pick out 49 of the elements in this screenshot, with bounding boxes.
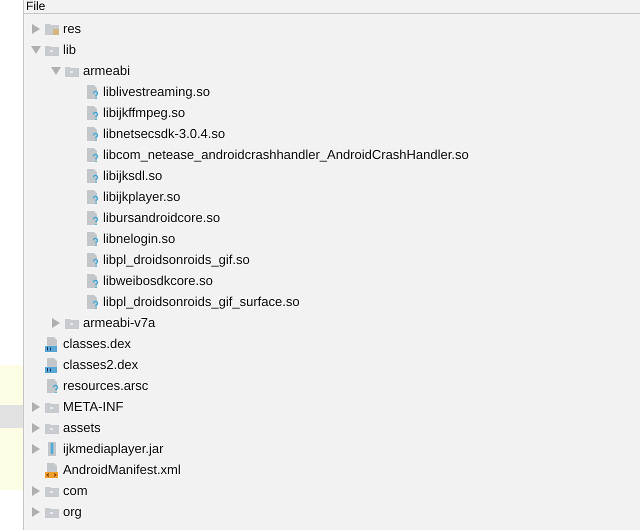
expand-arrow-icon[interactable]	[31, 402, 41, 412]
panel-title: File	[26, 0, 46, 13]
expand-arrow-icon[interactable]	[51, 318, 61, 328]
file-icon	[44, 462, 60, 478]
file-icon	[84, 230, 100, 246]
expand-arrow-icon[interactable]	[31, 486, 41, 496]
tree-item[interactable]: AndroidManifest.xml	[63, 460, 181, 480]
file-icon	[84, 272, 100, 288]
file-icon	[84, 188, 100, 204]
file-icon	[84, 252, 100, 268]
tree-item[interactable]: libijksdl.so	[103, 166, 162, 186]
tree-item[interactable]: libpl_droidsonroids_gif_surface.so	[103, 292, 300, 312]
tree-item[interactable]: org	[63, 502, 82, 522]
tree-item[interactable]: ijkmediaplayer.jar	[63, 438, 164, 458]
file-icon	[84, 294, 100, 310]
tree-item[interactable]: classes2.dex	[63, 354, 138, 374]
tree-item[interactable]: libijkplayer.so	[103, 186, 180, 206]
tree-item[interactable]: libweibosdkcore.so	[103, 270, 213, 290]
tree-item[interactable]: libcom_netease_androidcrashhandler_AndroidCrashHandler.so	[103, 144, 469, 164]
collapse-arrow-icon[interactable]	[31, 44, 41, 54]
tree-item[interactable]: assets	[63, 418, 101, 438]
tree-item[interactable]: com	[63, 480, 88, 500]
file-icon	[44, 336, 60, 352]
tree-item[interactable]: resources.arsc	[63, 376, 148, 396]
tree-item[interactable]: armeabi-v7a	[83, 312, 156, 332]
tree-item[interactable]: libursandroidcore.so	[103, 208, 220, 228]
file-icon	[84, 104, 100, 120]
tree-item[interactable]: libpl_droidsonroids_gif.so	[103, 250, 250, 270]
file-icon	[44, 378, 60, 394]
tree-item[interactable]: libnelogin.so	[103, 228, 176, 248]
file-icon	[84, 168, 100, 184]
expand-arrow-icon[interactable]	[31, 422, 41, 432]
expand-arrow-icon[interactable]	[31, 506, 41, 516]
tree-item[interactable]: libijkffmpeg.so	[103, 102, 186, 122]
collapse-arrow-icon[interactable]	[51, 66, 61, 76]
tree-item[interactable]: armeabi	[83, 60, 130, 80]
file-icon	[84, 146, 100, 162]
tree-item[interactable]: classes.dex	[63, 334, 131, 354]
expand-arrow-icon[interactable]	[31, 24, 41, 34]
tree-item[interactable]: res	[63, 18, 82, 38]
file-icon	[84, 210, 100, 226]
tree-item[interactable]: liblivestreaming.so	[103, 82, 210, 102]
tree-item[interactable]: META-INF	[63, 396, 124, 416]
file-icon	[44, 356, 60, 372]
file-icon	[84, 84, 100, 100]
tree-item[interactable]: lib	[63, 40, 76, 60]
tree-item[interactable]: libnetsecsdk-3.0.4.so	[103, 124, 226, 144]
expand-arrow-icon[interactable]	[31, 444, 41, 454]
file-icon	[84, 126, 100, 142]
